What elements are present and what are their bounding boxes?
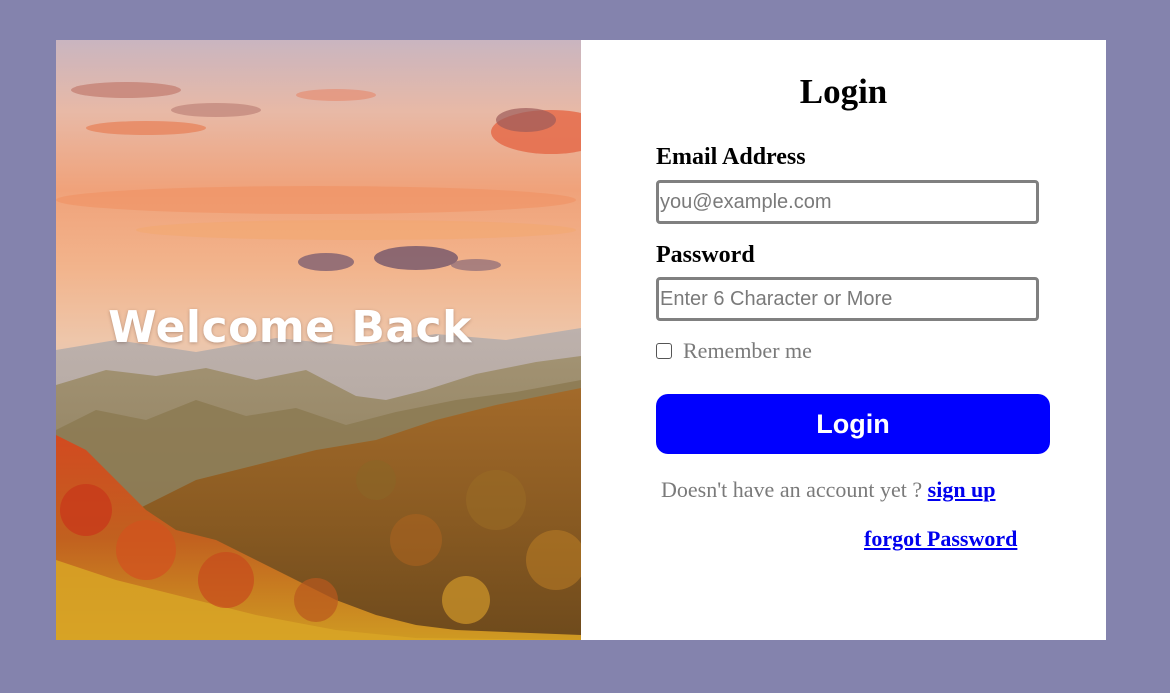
signup-prompt-row: Doesn't have an account yet ? sign up — [661, 476, 996, 504]
forgot-password-link[interactable]: forgot Password — [864, 525, 1017, 553]
signup-prompt-text: Doesn't have an account yet ? — [661, 477, 928, 502]
remember-me-row[interactable]: Remember me — [656, 337, 812, 365]
welcome-heading: Welcome Back — [108, 302, 472, 353]
login-title: Login — [799, 72, 888, 111]
email-label: Email Address — [656, 144, 806, 170]
login-card: Welcome Back Login Email Address Passwor… — [56, 40, 1106, 640]
password-input[interactable] — [656, 277, 1039, 321]
checkbox-unchecked-icon[interactable] — [656, 343, 672, 359]
login-form-panel: Login Email Address Password Remember me… — [581, 40, 1106, 640]
hero-panel: Welcome Back — [56, 40, 581, 640]
login-button[interactable]: Login — [656, 394, 1050, 454]
remember-me-label[interactable]: Remember me — [683, 338, 812, 364]
email-input[interactable] — [656, 180, 1039, 224]
signup-link[interactable]: sign up — [928, 477, 996, 502]
password-label: Password — [656, 242, 755, 268]
